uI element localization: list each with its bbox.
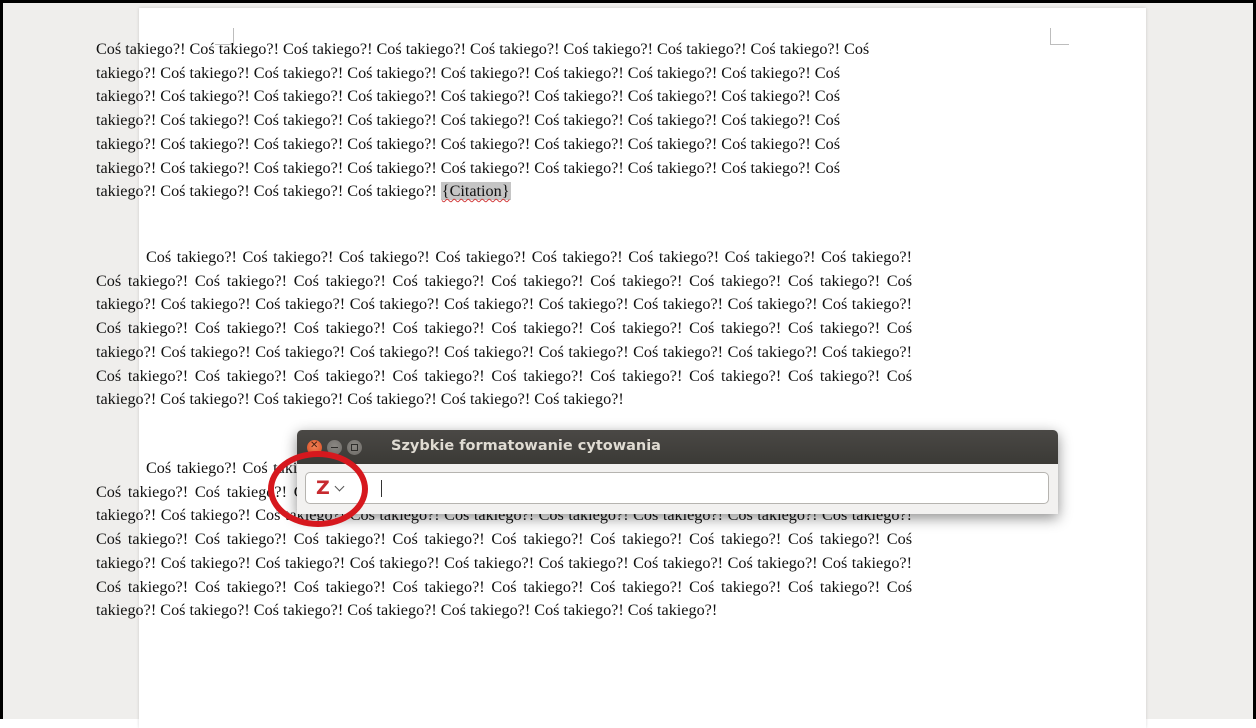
paragraph-1-text: Coś takiego?! Coś takiego?! Coś takiego?… xyxy=(96,40,870,201)
highlight-annotation-circle xyxy=(268,451,368,527)
quick-format-citation-dialog: Szybkie formatowanie cytowania Z xyxy=(297,430,1058,514)
text-cursor xyxy=(381,480,382,497)
paragraph-1[interactable]: Coś takiego?! Coś takiego?! Coś takiego?… xyxy=(96,38,881,204)
dialog-title: Szybkie formatowanie cytowania xyxy=(391,438,661,454)
dialog-titlebar[interactable]: Szybkie formatowanie cytowania xyxy=(297,430,1058,464)
maximize-icon[interactable] xyxy=(347,440,362,455)
citation-field[interactable]: {Citation} xyxy=(440,182,511,201)
page-corner-marker xyxy=(1050,28,1069,45)
citation-search-input[interactable]: Z xyxy=(305,472,1049,504)
paragraph-2[interactable]: Coś takiego?! Coś takiego?! Coś takiego?… xyxy=(96,246,912,412)
